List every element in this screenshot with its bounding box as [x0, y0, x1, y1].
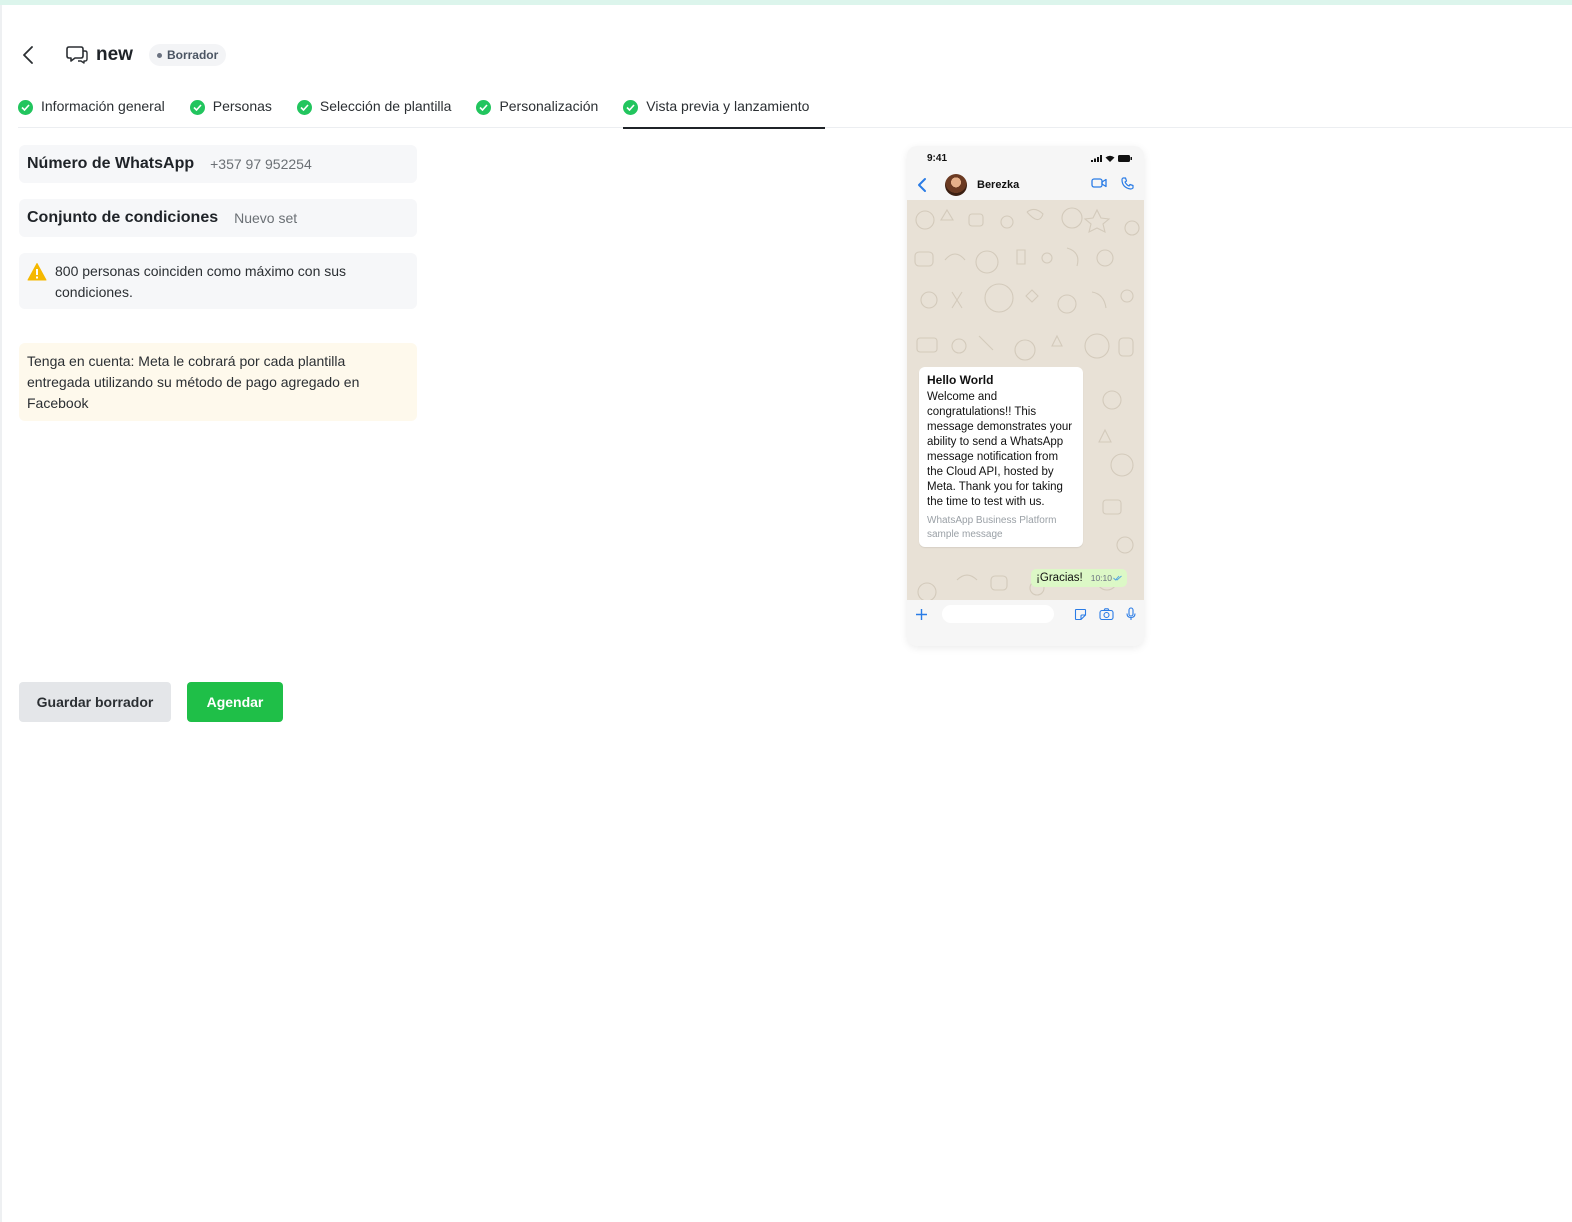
tab-label: Personas	[212, 98, 272, 114]
status-dot	[156, 52, 162, 58]
chat-header: Berezka	[907, 170, 1144, 200]
wifi-icon	[1105, 155, 1115, 162]
phone-status-bar: 9:41	[907, 146, 1144, 170]
conditions-set-card: Conjunto de condiciones Nuevo set	[19, 199, 417, 237]
chevron-left-icon	[23, 46, 33, 64]
template-message-bubble: Hello World Welcome and congratulations!…	[919, 367, 1083, 547]
sticker-icon[interactable]	[1074, 608, 1087, 621]
whatsapp-phone-preview: 9:41 Berezka Hello World Welcome and con…	[907, 146, 1144, 646]
save-draft-button[interactable]: Guardar borrador	[19, 682, 171, 722]
contact-name: Berezka	[977, 179, 1020, 191]
chat-input-field[interactable]	[942, 605, 1054, 623]
message-footer: WhatsApp Business Platform sample messag…	[927, 515, 1057, 540]
top-accent-strip	[0, 0, 1572, 5]
reply-message-bubble: ¡Gracias! 10:10	[1031, 569, 1127, 587]
input-actions	[1074, 607, 1136, 621]
page-header: new Borrador	[18, 40, 227, 70]
status-icons	[1091, 154, 1132, 162]
tab-label: Vista previa y lanzamiento	[646, 98, 810, 114]
video-call-icon[interactable]	[1091, 177, 1107, 189]
conditions-set-label: Conjunto de condiciones	[27, 209, 219, 226]
message-body: Welcome and congratulations!! This messa…	[927, 391, 1073, 508]
reply-text: ¡Gracias!	[1036, 572, 1083, 584]
whatsapp-number-card: Número de WhatsApp +357 97 952254	[19, 145, 417, 183]
warning-icon	[27, 263, 47, 281]
conditions-set-value: Nuevo set	[234, 210, 298, 226]
status-badge: Borrador	[148, 44, 227, 66]
camera-icon[interactable]	[1099, 608, 1114, 620]
check-circle-icon	[476, 100, 492, 115]
chat-wallpaper: Hello World Welcome and congratulations!…	[907, 200, 1144, 600]
tab-label: Selección de plantilla	[319, 98, 452, 114]
check-circle-icon	[18, 100, 33, 115]
signal-icon	[1091, 154, 1102, 162]
tab-personalizacion[interactable]: Personalización	[476, 92, 598, 128]
back-button[interactable]	[18, 43, 38, 67]
left-border	[0, 5, 2, 1222]
tab-label: Personalización	[499, 98, 599, 114]
page-title: new	[96, 44, 133, 65]
whatsapp-number-label: Número de WhatsApp	[27, 155, 195, 172]
phone-time: 9:41	[927, 152, 948, 164]
message-title: Hello World	[927, 373, 994, 387]
tab-personas[interactable]: Personas	[189, 92, 272, 128]
chat-bubbles-icon	[66, 44, 88, 66]
double-check-icon	[1113, 575, 1122, 581]
avatar	[945, 174, 967, 196]
check-circle-icon	[296, 100, 312, 115]
phone-call-icon[interactable]	[1121, 177, 1134, 190]
audience-warning: 800 personas coinciden como máximo con s…	[19, 253, 417, 309]
tab-seleccion-plantilla[interactable]: Selección de plantilla	[296, 92, 452, 128]
check-circle-icon	[623, 100, 639, 115]
check-circle-icon	[189, 100, 205, 115]
whatsapp-number-value: +357 97 952254	[210, 156, 312, 172]
schedule-button[interactable]: Agendar	[187, 682, 283, 722]
chevron-left-icon[interactable]	[915, 177, 929, 193]
reply-time: 10:10	[1090, 573, 1112, 583]
plus-icon[interactable]	[915, 608, 928, 621]
tab-vista-previa[interactable]: Vista previa y lanzamiento	[623, 92, 826, 129]
tab-label: Información general	[41, 98, 165, 114]
billing-note: Tenga en cuenta: Meta le cobrará por cad…	[19, 343, 417, 421]
status-badge-label: Borrador	[166, 48, 219, 62]
chat-actions	[1091, 177, 1134, 190]
battery-icon	[1118, 154, 1132, 162]
tab-informacion-general[interactable]: Información general	[18, 92, 165, 128]
warning-text: 800 personas coinciden como máximo con s…	[55, 263, 347, 300]
chat-input-bar	[907, 600, 1144, 628]
wizard-tabs: Información general Personas Selección d…	[18, 92, 834, 129]
microphone-icon[interactable]	[1126, 607, 1136, 621]
